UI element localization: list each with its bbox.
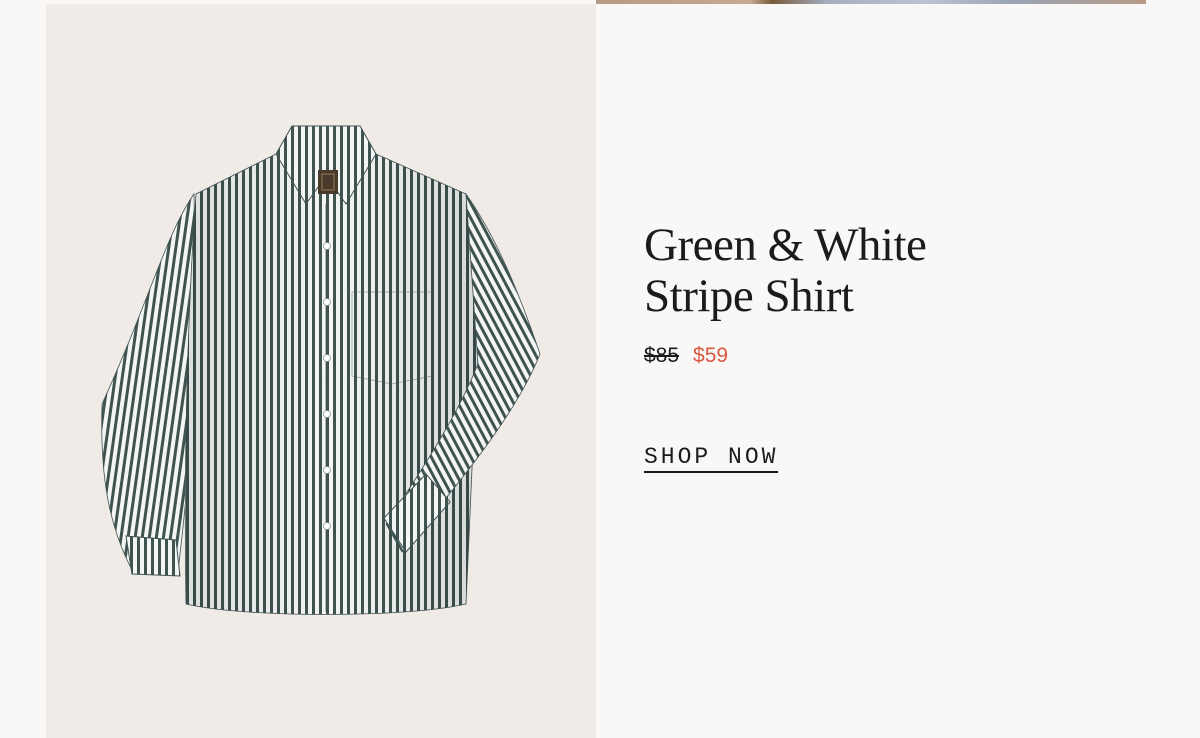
sale-price: $59 (693, 344, 729, 367)
product-image-panel[interactable] (46, 4, 596, 738)
adjacent-product-image-strip (596, 0, 1146, 4)
product-title[interactable]: Green & White Stripe Shirt (644, 220, 1104, 322)
product-info: Green & White Stripe Shirt $85 $59 SHOP … (644, 220, 1104, 473)
original-price: $85 (644, 344, 680, 367)
shop-now-link[interactable]: SHOP NOW (644, 444, 779, 473)
price-row: $85 $59 (644, 344, 1104, 368)
product-title-line-2: Stripe Shirt (644, 270, 854, 322)
product-title-line-1: Green & White (644, 219, 927, 271)
striped-shirt-image (101, 125, 541, 615)
